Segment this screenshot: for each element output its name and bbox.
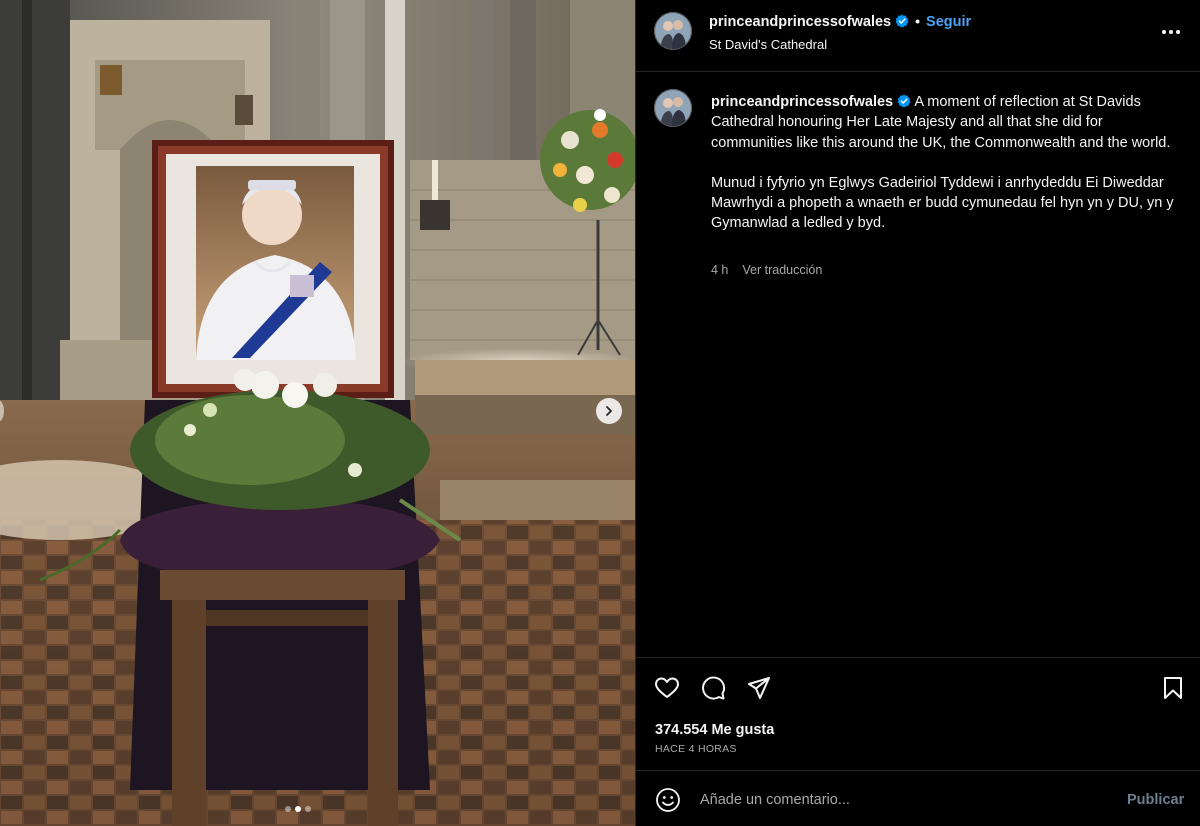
caption-meta: 4 h Ver traducción bbox=[711, 263, 822, 277]
verified-badge-icon bbox=[895, 14, 909, 28]
caption-username[interactable]: princeandprincessofwales bbox=[711, 94, 893, 110]
chevron-right-icon bbox=[606, 406, 612, 416]
caption-text: princeandprincessofwales A moment of ref… bbox=[711, 92, 1181, 234]
bookmark-icon[interactable] bbox=[1159, 674, 1187, 702]
emoji-icon[interactable] bbox=[655, 787, 681, 813]
avatar[interactable] bbox=[654, 12, 692, 50]
carousel-next-button[interactable] bbox=[596, 398, 622, 424]
caption-timestamp[interactable]: 4 h bbox=[711, 263, 728, 277]
heart-icon[interactable] bbox=[653, 674, 681, 702]
publish-button[interactable]: Publicar bbox=[1127, 792, 1184, 808]
see-translation-link[interactable]: Ver traducción bbox=[742, 263, 822, 277]
carousel-indicator bbox=[285, 806, 311, 812]
caption-welsh: Munud i fyfyrio yn Eglwys Gadeiriol Tydd… bbox=[711, 174, 1174, 232]
carousel-dot bbox=[305, 806, 311, 812]
caption-avatar[interactable] bbox=[654, 89, 692, 127]
comment-bar: Publicar bbox=[636, 770, 1200, 826]
likes-count[interactable]: 374.554 Me gusta bbox=[655, 722, 774, 738]
action-bar: 374.554 Me gusta HACE 4 HORAS bbox=[636, 657, 1200, 770]
more-options-icon[interactable] bbox=[1156, 20, 1186, 44]
header-separator: • bbox=[915, 13, 921, 29]
post-side-panel: princeandprincessofwales • Seguir St Davi… bbox=[635, 0, 1200, 826]
verified-badge-icon bbox=[897, 94, 911, 108]
share-icon[interactable] bbox=[745, 674, 773, 702]
carousel-dot bbox=[285, 806, 291, 812]
comment-input[interactable] bbox=[698, 785, 1102, 815]
post-timestamp: HACE 4 HORAS bbox=[655, 743, 737, 755]
header-username-row: princeandprincessofwales • Seguir bbox=[709, 13, 971, 30]
post-media[interactable] bbox=[0, 0, 635, 826]
post-header: princeandprincessofwales • Seguir St Davi… bbox=[636, 0, 1200, 72]
carousel-dot-active bbox=[295, 806, 301, 812]
location-link[interactable]: St David's Cathedral bbox=[709, 37, 827, 52]
follow-button[interactable]: Seguir bbox=[926, 14, 971, 30]
post-photo bbox=[0, 0, 635, 826]
comment-icon[interactable] bbox=[699, 674, 727, 702]
username-link[interactable]: princeandprincessofwales bbox=[709, 14, 891, 30]
